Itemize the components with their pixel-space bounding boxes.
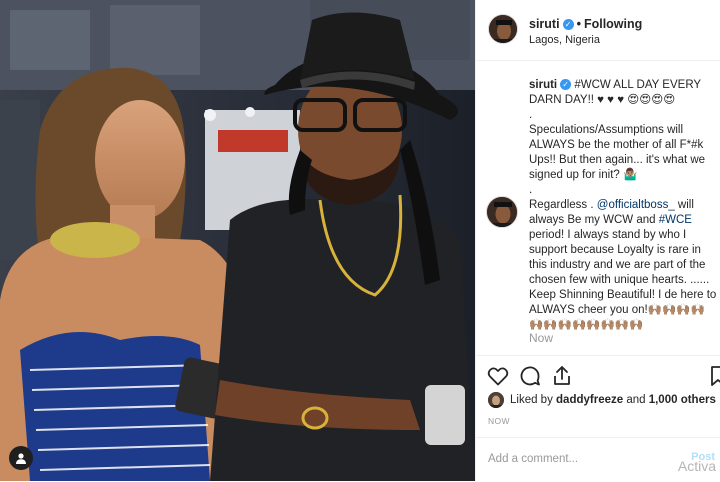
post-photo-image <box>0 0 475 481</box>
save-button[interactable] <box>706 364 720 388</box>
header-dot-separator: • <box>576 17 581 31</box>
likes-count-link[interactable]: 1,000 others <box>649 394 716 406</box>
caption-paragraph-3: Regardless . @officialtboss_ will always… <box>529 198 717 333</box>
caption-relative-time: Now <box>529 331 554 345</box>
caption-hashtag-link[interactable]: #WCE <box>659 214 692 226</box>
like-button[interactable] <box>486 364 510 388</box>
caption-dot-2: . <box>529 184 533 196</box>
liked-by-user-link[interactable]: daddyfreeze <box>556 394 623 406</box>
post-actions: Liked by daddyfreeze and 1,000 others NO… <box>476 355 720 446</box>
header-avatar[interactable] <box>488 14 518 44</box>
avatar-image <box>487 197 517 227</box>
caption-text-2: Speculations/Assumptions will ALWAYS be … <box>529 124 706 181</box>
heart-icon <box>487 367 509 386</box>
caption-dot-1: . <box>529 109 533 121</box>
caption-mention-link[interactable]: @officialtboss_ <box>597 199 675 211</box>
following-button[interactable]: Following <box>584 17 642 31</box>
post-side-panel: siruti ✓ • Following Lagos, Nigeria siruti ✓… <box>475 0 720 481</box>
likes-summary: Liked by daddyfreeze and 1,000 others <box>510 394 716 406</box>
comment-button[interactable] <box>518 364 542 388</box>
post-header: siruti ✓ • Following Lagos, Nigeria <box>476 0 720 61</box>
liked-by-join: and <box>623 394 649 406</box>
verified-badge-icon: ✓ <box>562 19 574 31</box>
caption-text-3-pre: Regardless . <box>529 199 597 211</box>
liked-by-prefix: Liked by <box>510 394 557 406</box>
caption-avatar[interactable] <box>486 196 518 228</box>
caption-paragraph-1: siruti ✓ #WCW ALL DAY EVERY DARN DAY!! ♥ … <box>529 78 717 108</box>
caption-username[interactable]: siruti <box>529 79 557 91</box>
post-timestamp[interactable]: NOW <box>488 416 510 426</box>
comment-icon <box>520 366 540 386</box>
share-icon <box>554 366 570 385</box>
watermark-text: Activa <box>677 458 716 474</box>
header-location[interactable]: Lagos, Nigeria <box>529 34 600 46</box>
header-line: siruti ✓ • Following <box>529 17 642 31</box>
verified-badge-icon: ✓ <box>560 79 572 91</box>
post-caption: siruti ✓ #WCW ALL DAY EVERY DARN DAY!! ♥ … <box>529 78 717 333</box>
user-icon <box>16 453 26 464</box>
header-username[interactable]: siruti <box>529 17 560 31</box>
tagged-users-button[interactable] <box>9 446 33 470</box>
comment-input[interactable] <box>488 450 668 468</box>
avatar-image <box>488 392 504 408</box>
post-photo[interactable] <box>0 0 475 481</box>
caption-text-3-post: period! I always stand by who I support … <box>529 229 717 331</box>
liker-avatar[interactable] <box>488 392 504 408</box>
bookmark-icon <box>711 366 720 386</box>
share-button[interactable] <box>550 364 574 388</box>
avatar-image <box>489 15 517 43</box>
